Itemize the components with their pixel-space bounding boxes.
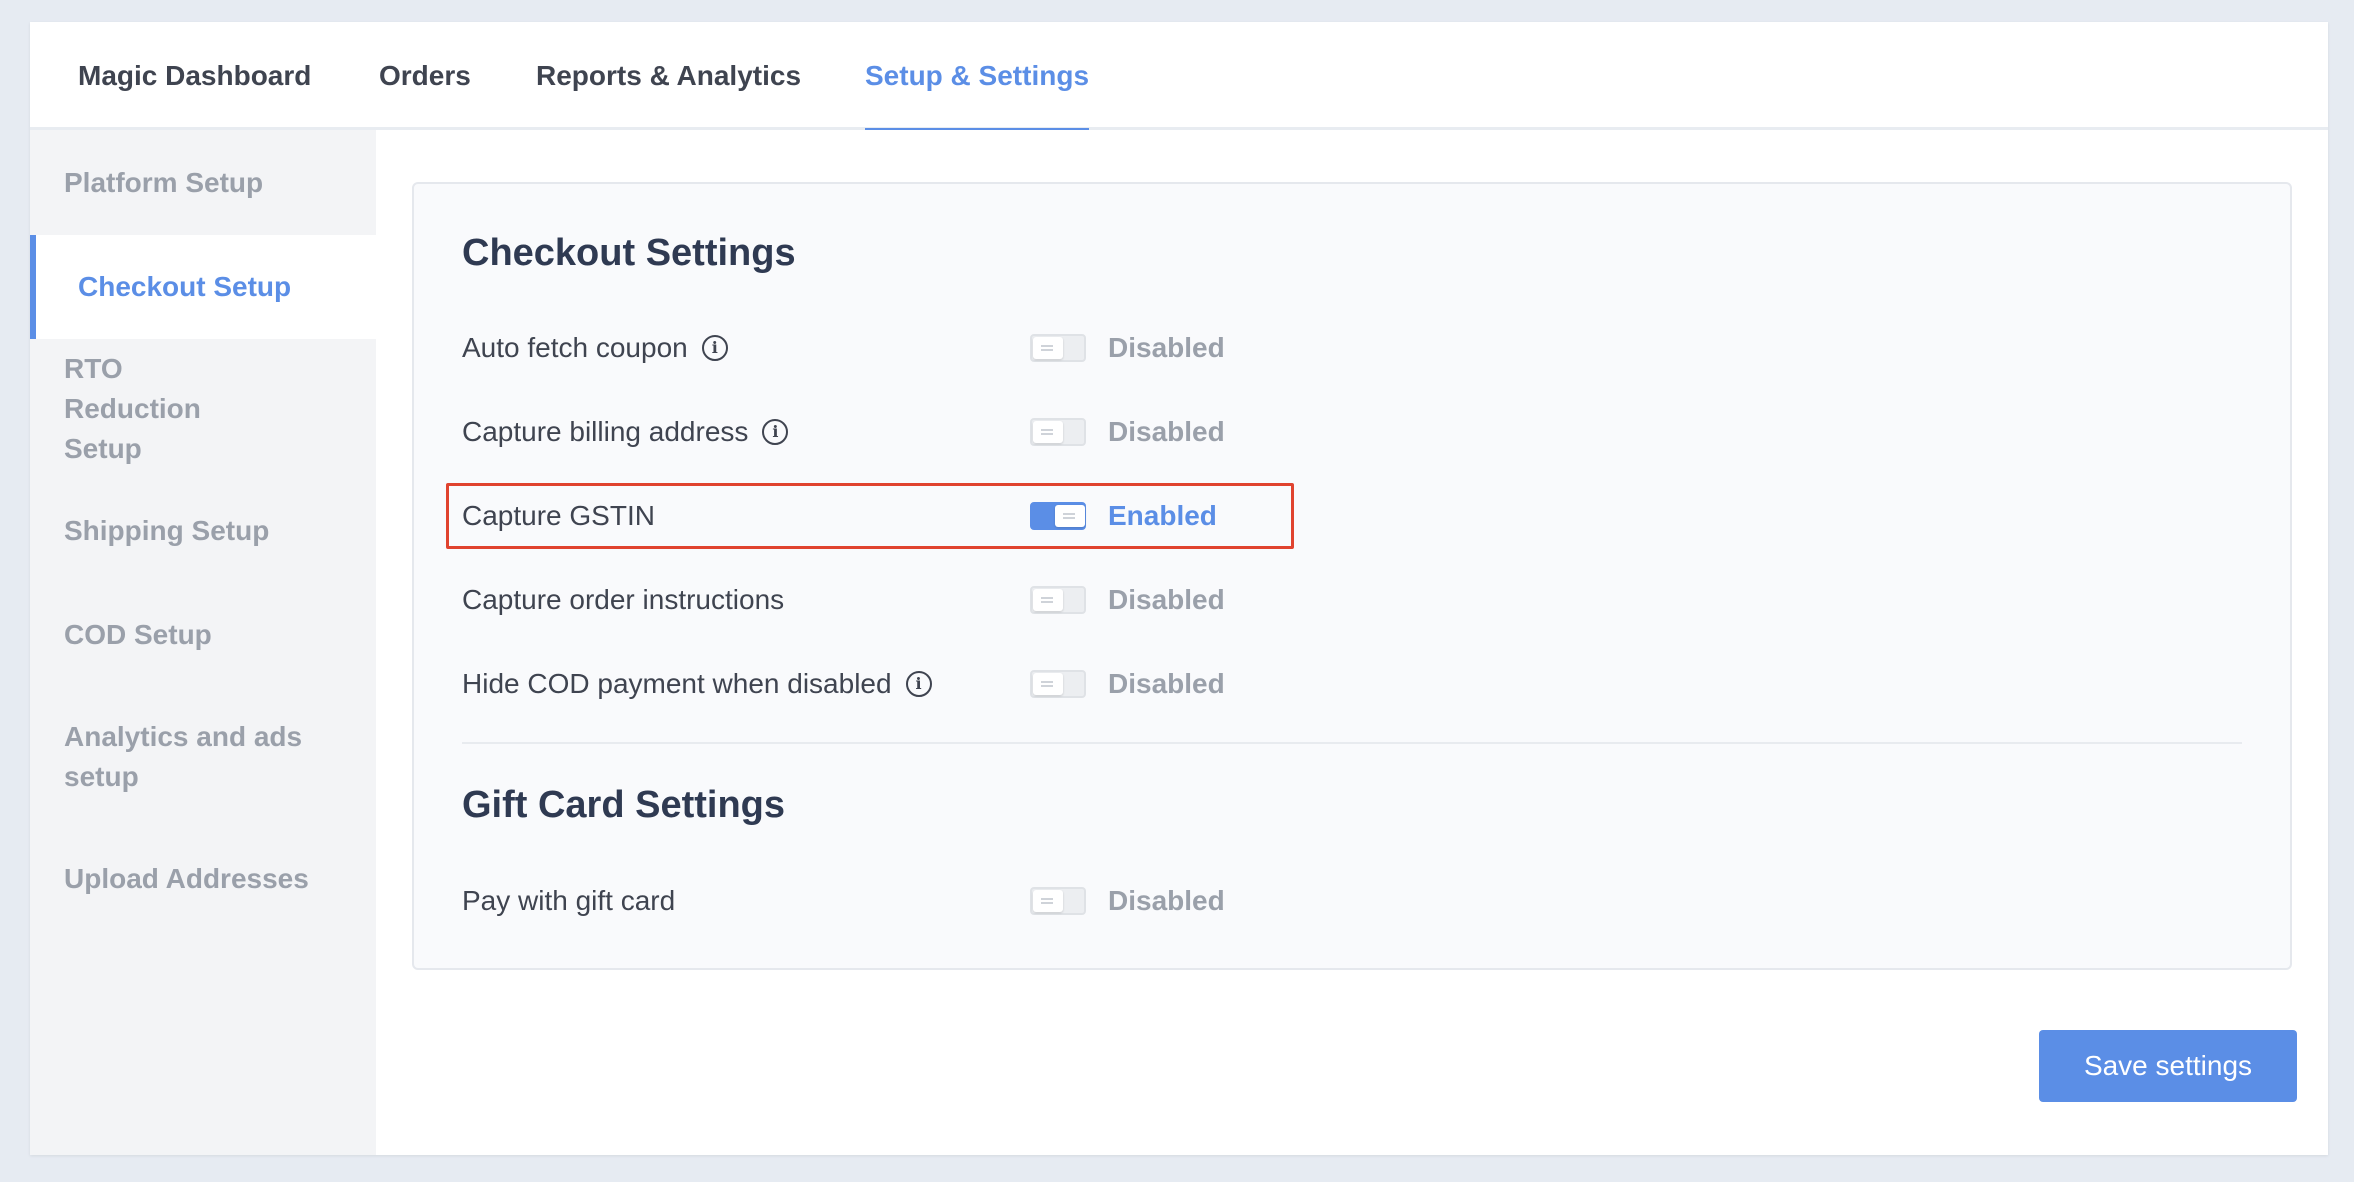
sidebar-item-checkout-setup[interactable]: Checkout Setup [30,235,376,339]
setting-label: Capture GSTIN [462,500,655,531]
setting-row-capture-order-instructions: Capture order instructions Disabled [462,572,1282,628]
sidebar: Platform Setup Checkout Setup RTO Reduct… [30,130,376,1155]
tab-reports-analytics[interactable]: Reports & Analytics [536,22,801,130]
info-icon[interactable]: i [701,335,728,361]
setting-label: Hide COD payment when disabled [462,668,892,699]
toggle-switch[interactable] [1030,586,1086,614]
toggle-switch[interactable] [1030,670,1086,698]
sidebar-item-platform-setup[interactable]: Platform Setup [30,130,376,235]
setting-row-pay-with-gift-card: Pay with gift card Disabled [462,873,1282,929]
app-window: Magic Dashboard Orders Reports & Analyti… [30,22,2328,1155]
main-content: Checkout Settings Auto fetch coupon i Di… [376,130,2328,1155]
setting-row-capture-gstin: Capture GSTIN Enabled [462,488,1282,544]
gift-card-settings-title: Gift Card Settings [462,784,786,826]
sidebar-item-shipping-setup[interactable]: Shipping Setup [30,479,376,583]
tab-orders[interactable]: Orders [379,22,471,130]
info-icon[interactable]: i [905,671,932,697]
setting-label: Capture billing address [462,416,749,447]
info-icon[interactable]: i [762,419,789,445]
toggle-state-label: Disabled [1108,584,1225,615]
toggle-switch[interactable] [1030,334,1086,362]
toggle-state-label: Disabled [1108,416,1225,447]
sidebar-item-analytics-ads-setup[interactable]: Analytics and ads setup [30,687,330,827]
setting-label: Capture order instructions [462,584,785,615]
setting-label: Pay with gift card [462,885,676,916]
tab-setup-settings[interactable]: Setup & Settings [865,22,1090,133]
save-settings-button[interactable]: Save settings [2039,1030,2297,1102]
toggle-switch[interactable] [1030,418,1086,446]
sidebar-item-rto-reduction-setup[interactable]: RTO Reduction Setup [30,339,280,479]
toggle-switch[interactable] [1030,887,1086,915]
section-divider [462,742,2242,744]
settings-panel: Checkout Settings Auto fetch coupon i Di… [412,182,2292,970]
toggle-state-label: Disabled [1108,668,1225,699]
sidebar-item-upload-addresses[interactable]: Upload Addresses [30,827,376,931]
sidebar-item-cod-setup[interactable]: COD Setup [30,583,376,687]
toggle-switch[interactable] [1030,502,1086,530]
toggle-state-label: Disabled [1108,332,1225,363]
setting-row-auto-fetch-coupon: Auto fetch coupon i Disabled [462,320,1282,376]
tab-magic-dashboard[interactable]: Magic Dashboard [78,22,311,130]
toggle-state-label: Enabled [1108,500,1217,531]
setting-row-hide-cod-payment: Hide COD payment when disabled i Disable… [462,656,1282,712]
setting-row-capture-billing-address: Capture billing address i Disabled [462,404,1282,460]
checkout-settings-title: Checkout Settings [462,232,796,274]
toggle-state-label: Disabled [1108,885,1225,916]
setting-label: Auto fetch coupon [462,332,688,363]
top-nav: Magic Dashboard Orders Reports & Analyti… [30,22,2328,133]
